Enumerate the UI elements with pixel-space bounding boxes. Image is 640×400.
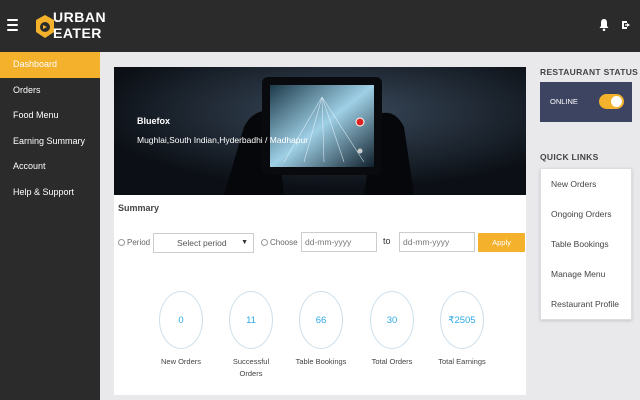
- online-toggle[interactable]: [599, 94, 624, 109]
- stat-value: 30: [370, 291, 414, 349]
- stat-value: 66: [299, 291, 343, 349]
- bell-icon[interactable]: [598, 18, 610, 32]
- stat-total-orders[interactable]: 30: [370, 291, 414, 349]
- toggle-knob: [611, 96, 622, 107]
- to-date-input[interactable]: dd-mm-yyyy: [399, 232, 475, 252]
- restaurant-status-label: ONLINE: [550, 97, 578, 106]
- sidebar-item-food-menu[interactable]: Food Menu: [0, 103, 100, 129]
- stat-label: New Orders: [160, 357, 201, 366]
- quick-link-restaurant-profile[interactable]: Restaurant Profile: [541, 289, 631, 319]
- quick-link-new-orders[interactable]: New Orders: [541, 169, 631, 199]
- stat-new-orders[interactable]: 0: [159, 291, 203, 349]
- stat-label: Total Orders: [371, 357, 413, 366]
- stat-label: Table Bookings: [295, 357, 347, 366]
- quick-link-ongoing-orders[interactable]: Ongoing Orders: [541, 199, 631, 229]
- summary-filter-row: Period Select period ▼ Choose dd-mm-yyyy…: [114, 232, 526, 255]
- restaurant-status-panel: ONLINE: [540, 82, 632, 122]
- quick-links-title: QUICK LINKS: [540, 152, 599, 162]
- from-date-input[interactable]: dd-mm-yyyy: [301, 232, 377, 252]
- sidebar-item-orders[interactable]: Orders: [0, 78, 100, 104]
- brand-line-1: URBAN: [53, 9, 107, 25]
- apply-button[interactable]: Apply: [478, 233, 525, 252]
- period-select-value: Select period: [177, 238, 227, 248]
- stat-total-earnings[interactable]: ₹2505: [440, 291, 484, 349]
- period-radio[interactable]: [118, 239, 125, 246]
- sidebar-item-help-support[interactable]: Help & Support: [0, 180, 100, 206]
- sidebar: Dashboard Orders Food Menu Earning Summa…: [0, 52, 100, 400]
- summary-card: Summary Period Select period ▼ Choose dd…: [114, 195, 526, 395]
- stat-successful-orders[interactable]: 11: [229, 291, 273, 349]
- choose-radio[interactable]: [261, 239, 268, 246]
- restaurant-name: Bluefox: [137, 116, 171, 126]
- restaurant-banner: Bluefox Mughlai,South Indian,Hyderbadhi …: [114, 67, 526, 195]
- hamburger-icon[interactable]: [7, 19, 18, 31]
- stat-label: Total Earnings: [438, 357, 486, 366]
- brand-line-2: EATER: [53, 25, 102, 41]
- stat-label: Successful Orders: [232, 357, 270, 378]
- period-radio-label: Period: [127, 238, 151, 247]
- brand-logo[interactable]: URBAN EATER: [34, 9, 107, 43]
- restaurant-status-title: RESTAURANT STATUS: [540, 67, 639, 77]
- stat-value: ₹2505: [440, 291, 484, 349]
- summary-title: Summary: [118, 203, 160, 213]
- sidebar-item-dashboard[interactable]: Dashboard: [0, 52, 100, 78]
- quick-link-table-bookings[interactable]: Table Bookings: [541, 229, 631, 259]
- stat-value: 0: [159, 291, 203, 349]
- stat-table-bookings[interactable]: 66: [299, 291, 343, 349]
- sidebar-item-earning-summary[interactable]: Earning Summary: [0, 129, 100, 155]
- restaurant-details: Mughlai,South Indian,Hyderbadhi / Madhap…: [137, 135, 309, 145]
- banner-photo: [114, 67, 526, 195]
- top-bar: URBAN EATER: [0, 0, 640, 52]
- quick-link-manage-menu[interactable]: Manage Menu: [541, 259, 631, 289]
- choose-radio-label: Choose: [270, 238, 298, 247]
- caret-down-icon: ▼: [241, 239, 248, 246]
- to-label: to: [383, 236, 391, 246]
- quick-links-panel: New Orders Ongoing Orders Table Bookings…: [540, 168, 632, 320]
- period-select[interactable]: Select period ▼: [153, 233, 254, 253]
- logout-icon[interactable]: [620, 18, 632, 32]
- stat-value: 11: [229, 291, 273, 349]
- sidebar-item-account[interactable]: Account: [0, 154, 100, 180]
